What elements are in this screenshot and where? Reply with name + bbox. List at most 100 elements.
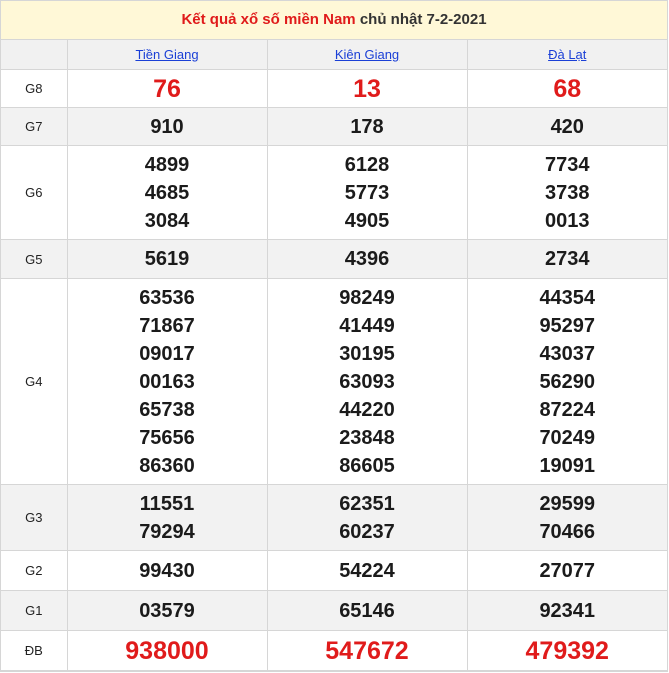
results-container: Kết quả xổ số miền Nam chủ nhật 7-2-2021… <box>0 0 668 672</box>
prize-number: 00163 <box>139 370 195 393</box>
prize-number: 547672 <box>325 636 409 665</box>
prize-number: 13 <box>353 74 381 103</box>
prize-cell: 92341 <box>466 590 667 631</box>
prize-number: 4396 <box>344 248 390 270</box>
prize-cell: 54224 <box>266 550 468 591</box>
prize-cell: 65146 <box>266 590 468 631</box>
prize-row-g3: G3 11551 79294 62351 60237 29599 70466 <box>1 484 667 551</box>
prize-number: 60237 <box>339 520 395 543</box>
prize-number: 76 <box>153 74 181 103</box>
prize-cell: 6128 5773 4905 <box>266 145 468 240</box>
prize-number: 44354 <box>539 286 596 309</box>
prize-cell: 98249 41449 30195 63093 44220 23848 86605 <box>266 278 468 485</box>
prize-number: 75656 <box>139 426 195 449</box>
province-link-kien-giang[interactable]: Kiên Giang <box>335 47 399 62</box>
prize-number: 43037 <box>539 342 596 365</box>
prize-number: 63536 <box>139 286 195 309</box>
prize-cell: 03579 <box>66 590 268 631</box>
prize-number: 4905 <box>344 209 390 232</box>
prize-cell: 479392 <box>466 630 667 671</box>
prize-row-g2: G2 99430 54224 27077 <box>1 550 667 591</box>
prize-number: 56290 <box>539 370 596 393</box>
title-date: chủ nhật 7-2-2021 <box>359 11 487 28</box>
prize-cell: 13 <box>266 69 468 108</box>
prize-number: 6128 <box>344 153 390 176</box>
prize-label: G5 <box>1 239 68 279</box>
prize-row-g4: G4 63536 71867 09017 00163 65738 75656 86360 982… <box>1 278 667 485</box>
prize-cell: 62351 60237 <box>266 484 468 551</box>
prize-label: G2 <box>1 550 68 591</box>
province-link-tien-giang[interactable]: Tiền Giang <box>135 47 198 62</box>
prize-number: 2734 <box>545 248 590 270</box>
prize-cell: 68 <box>466 69 667 108</box>
prize-number: 86360 <box>139 454 195 477</box>
prize-number: 65738 <box>139 398 195 421</box>
prize-number: 0013 <box>545 209 590 232</box>
prize-number: 4685 <box>144 181 190 204</box>
prize-number: 68 <box>553 74 582 103</box>
prize-number: 86605 <box>339 454 395 477</box>
prize-number: 5773 <box>344 181 390 204</box>
prize-number: 70466 <box>539 520 596 543</box>
prize-cell: 420 <box>466 107 667 146</box>
prize-cell: 44354 95297 43037 56290 87224 70249 19091 <box>466 278 667 485</box>
prize-number: 30195 <box>339 342 395 365</box>
province-link-da-lat[interactable]: Đà Lạt <box>548 47 586 62</box>
prize-number: 92341 <box>539 599 596 622</box>
prize-label: G4 <box>1 278 68 485</box>
prize-label: G6 <box>1 145 68 240</box>
prize-cell: 4396 <box>266 239 468 279</box>
prize-cell: 5619 <box>66 239 268 279</box>
prize-number: 910 <box>150 115 184 138</box>
prize-number: 65146 <box>339 599 395 622</box>
prize-number: 41449 <box>339 314 395 337</box>
prize-number: 79294 <box>139 520 195 543</box>
prize-number: 62351 <box>339 492 395 515</box>
prize-cell: 4899 4685 3084 <box>66 145 268 240</box>
prize-label: G3 <box>1 484 68 551</box>
prize-number: 03579 <box>139 599 195 622</box>
prize-cell: 99430 <box>66 550 268 591</box>
prize-number: 54224 <box>339 559 395 582</box>
prize-row-db: ĐB 938000 547672 479392 <box>1 630 667 671</box>
prize-cell: 27077 <box>466 550 667 591</box>
prize-number: 3084 <box>144 209 190 232</box>
title-prefix: Kết quả xổ số miền Nam <box>181 11 356 28</box>
prize-number: 99430 <box>139 559 195 582</box>
prize-number: 98249 <box>339 286 395 309</box>
prize-number: 23848 <box>339 426 395 449</box>
prize-cell: 547672 <box>266 630 468 671</box>
prize-label: G1 <box>1 590 68 631</box>
prize-number: 87224 <box>539 398 596 421</box>
prize-cell: 2734 <box>466 239 667 279</box>
prize-label: G7 <box>1 107 68 146</box>
prize-cell: 178 <box>266 107 468 146</box>
prize-number: 479392 <box>525 636 609 665</box>
prize-number: 420 <box>550 115 584 138</box>
prize-number: 19091 <box>539 454 596 477</box>
prize-number: 938000 <box>125 636 209 665</box>
prize-row-g1: G1 03579 65146 92341 <box>1 590 667 631</box>
prize-cell: 11551 79294 <box>66 484 268 551</box>
results-body: G8 76 13 68 G7 910 178 420 G6 4899 4685 3084 6128 577… <box>1 69 667 671</box>
province-header: Kiên Giang <box>266 40 468 70</box>
prize-row-g5: G5 5619 4396 2734 <box>1 239 667 279</box>
prize-number: 29599 <box>539 492 596 515</box>
prize-label: ĐB <box>1 630 68 671</box>
prize-number: 95297 <box>539 314 596 337</box>
prize-number: 44220 <box>339 398 395 421</box>
prize-cell: 63536 71867 09017 00163 65738 75656 86360 <box>66 278 268 485</box>
prize-label: G8 <box>1 69 68 108</box>
prize-number: 63093 <box>339 370 395 393</box>
prize-number: 11551 <box>139 492 195 515</box>
prize-cell: 938000 <box>66 630 268 671</box>
prize-number: 4899 <box>144 153 190 176</box>
prize-cell: 29599 70466 <box>466 484 667 551</box>
prize-number: 27077 <box>539 559 596 582</box>
prize-cell: 910 <box>66 107 268 146</box>
prize-number: 70249 <box>539 426 596 449</box>
province-header: Đà Lạt <box>466 40 667 70</box>
prize-number: 7734 <box>545 153 590 176</box>
prize-row-g8: G8 76 13 68 <box>1 69 667 108</box>
page-title: Kết quả xổ số miền Nam chủ nhật 7-2-2021 <box>1 1 667 40</box>
